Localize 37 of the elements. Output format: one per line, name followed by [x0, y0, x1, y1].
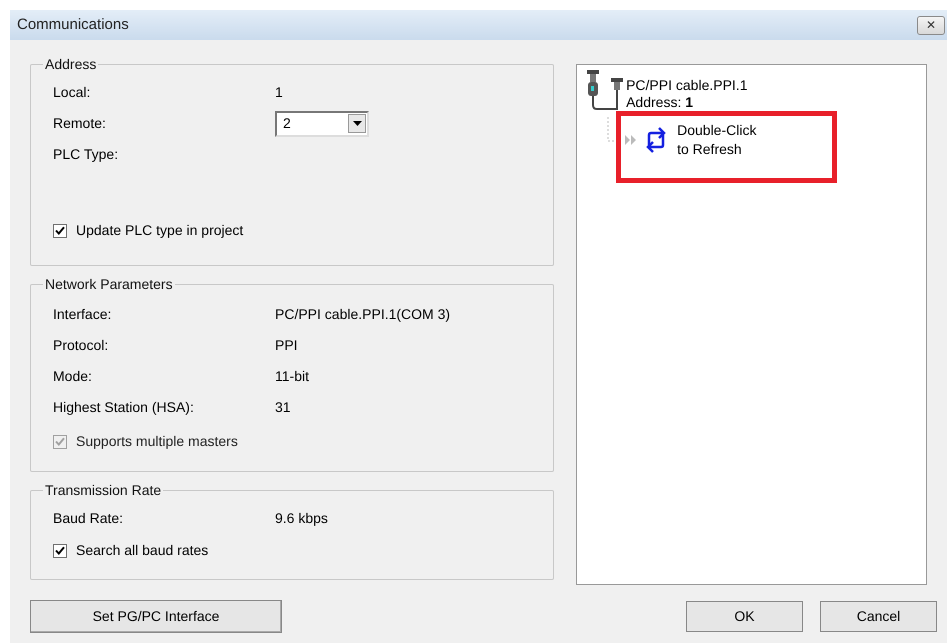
- checkbox-label: Search all baud rates: [76, 541, 208, 560]
- checkbox-label: Supports multiple masters: [76, 432, 238, 451]
- window-title: Communications: [17, 14, 129, 35]
- remote-label: Remote:: [53, 114, 107, 133]
- group-title: Network Parameters: [44, 275, 174, 294]
- checkmark-icon: [55, 437, 65, 446]
- cable-name[interactable]: PC/PPI cable.PPI.1: [626, 77, 748, 94]
- group-title: Transmission Rate: [44, 481, 162, 500]
- parameter-value: PC/PPI cable.PPI.1(COM 3): [275, 305, 450, 324]
- parameter-label: Mode:: [53, 367, 93, 386]
- cable-icon: [585, 69, 626, 111]
- local-value: 1: [275, 83, 283, 102]
- close-button[interactable]: ✕: [917, 16, 945, 34]
- checkbox[interactable]: [53, 544, 67, 558]
- cancel-button[interactable]: Cancel: [820, 601, 937, 632]
- parameter-value: PPI: [275, 336, 298, 355]
- remote-value: 2: [283, 114, 291, 133]
- baud-rate-label: Baud Rate:: [53, 509, 124, 528]
- checkmark-icon: [55, 226, 65, 235]
- refresh-text[interactable]: Double-Click: [677, 121, 756, 140]
- group-title: Address: [44, 55, 98, 74]
- parameter-value: 11-bit: [275, 367, 309, 386]
- remote-dropdown[interactable]: 2: [275, 110, 369, 136]
- refresh-text[interactable]: to Refresh: [677, 140, 756, 159]
- cable-address: Address: 1: [626, 94, 694, 111]
- plc-type-label: PLC Type:: [53, 145, 118, 164]
- ok-button[interactable]: OK: [686, 601, 803, 632]
- checkbox[interactable]: [53, 224, 67, 238]
- parameter-label: Interface:: [53, 305, 112, 324]
- checkbox-label: Update PLC type in project: [76, 221, 244, 240]
- checkmark-icon: [55, 546, 65, 555]
- local-label: Local:: [53, 83, 92, 102]
- parameter-label: Protocol:: [53, 336, 110, 355]
- set-pg-pc-interface-button[interactable]: Set PG/PC Interface: [30, 600, 282, 633]
- parameter-value: 31: [275, 398, 291, 417]
- parameter-label: Highest Station (HSA):: [53, 398, 195, 417]
- baud-rate-value: 9.6 kbps: [275, 509, 328, 528]
